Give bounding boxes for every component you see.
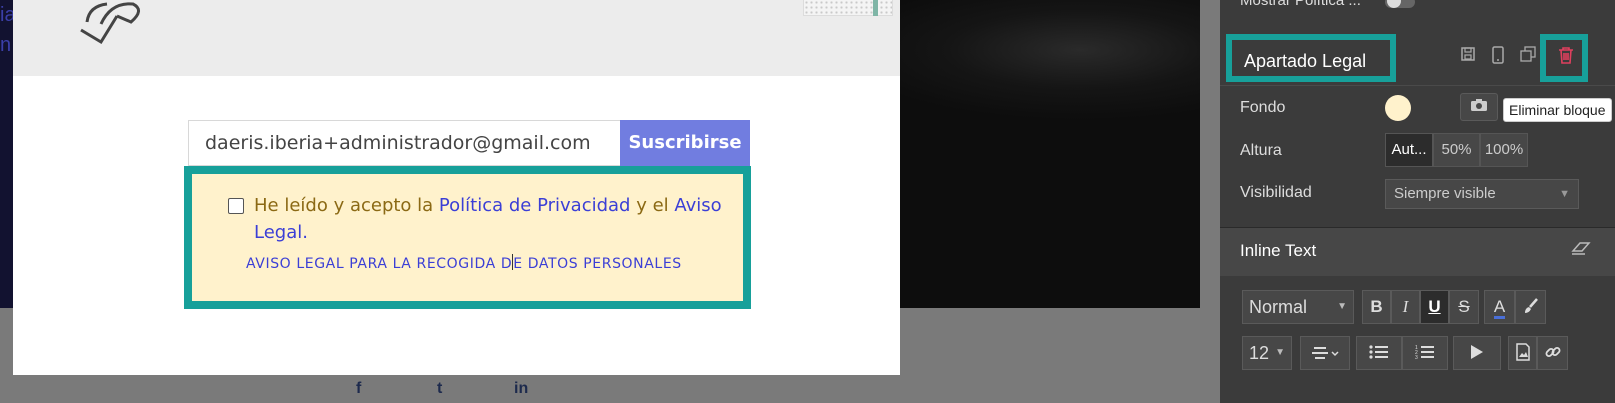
newsletter-modal: daeris.iberia+administrador@gmail.com Su… bbox=[13, 0, 900, 375]
block-title-highlight: Apartado Legal bbox=[1226, 34, 1396, 82]
visibilidad-label: Visibilidad bbox=[1240, 184, 1312, 201]
inline-text-title: Inline Text bbox=[1240, 241, 1317, 260]
mobile-icon[interactable] bbox=[1486, 46, 1510, 70]
altura-100-option[interactable]: 100% bbox=[1480, 133, 1528, 167]
play-icon[interactable] bbox=[1453, 336, 1501, 370]
text-toolbar: Normal ▼ B I U S A 12 ▼ 123 bbox=[1220, 276, 1615, 403]
camera-icon[interactable] bbox=[1460, 93, 1498, 121]
paintbrush-icon[interactable] bbox=[1515, 290, 1546, 324]
font-size-select[interactable]: 12 ▼ bbox=[1242, 336, 1292, 370]
consent-label: He leído y acepto la Política de Privaci… bbox=[254, 192, 734, 246]
twitter-icon[interactable]: t bbox=[437, 380, 442, 398]
consent-text-mid: y el bbox=[630, 195, 675, 216]
strikethrough-icon[interactable]: S bbox=[1449, 290, 1479, 324]
modal-header-image bbox=[13, 0, 900, 76]
panel-top-row: Mostrar Política ... bbox=[1220, 0, 1615, 22]
chevron-down-icon: ▼ bbox=[1337, 301, 1347, 312]
delete-block-highlight bbox=[1540, 34, 1588, 82]
background-color-swatch[interactable] bbox=[1385, 95, 1411, 121]
mostrar-politica-label: Mostrar Política ... bbox=[1240, 0, 1361, 9]
chevron-down-icon: ▼ bbox=[1559, 188, 1570, 200]
font-size-value: 12 bbox=[1249, 343, 1270, 363]
chevron-down-icon: ▼ bbox=[1275, 347, 1285, 358]
visibility-value: Siempre visible bbox=[1394, 185, 1496, 202]
consent-checkbox[interactable] bbox=[228, 198, 244, 214]
bold-icon[interactable]: B bbox=[1362, 290, 1391, 324]
eraser-icon[interactable] bbox=[1571, 241, 1591, 260]
image-icon[interactable] bbox=[1508, 336, 1537, 370]
svg-text:3: 3 bbox=[1415, 355, 1418, 360]
hero-image bbox=[870, 0, 1200, 308]
privacy-policy-link[interactable]: Política de Privacidad bbox=[439, 195, 631, 216]
trash-icon[interactable] bbox=[1554, 46, 1578, 70]
duplicate-icon[interactable] bbox=[1516, 46, 1540, 70]
align-icon[interactable] bbox=[1300, 336, 1350, 370]
facebook-icon[interactable]: f bbox=[356, 380, 361, 398]
delete-tooltip: Eliminar bloque bbox=[1503, 98, 1612, 122]
save-icon[interactable] bbox=[1456, 46, 1480, 70]
notepad-image bbox=[803, 0, 893, 16]
visibility-select[interactable]: Siempre visible ▼ bbox=[1385, 179, 1579, 209]
inline-text-header: Inline Text bbox=[1220, 228, 1615, 276]
block-title: Apartado Legal bbox=[1244, 51, 1367, 71]
text-style-select[interactable]: Normal ▼ bbox=[1242, 290, 1354, 324]
mostrar-politica-toggle[interactable] bbox=[1385, 0, 1415, 8]
legal-heading-part1: AVISO LEGAL PARA LA RECOGIDA D bbox=[246, 256, 513, 272]
bulleted-list-icon[interactable] bbox=[1356, 336, 1402, 370]
linkedin-icon[interactable]: in bbox=[514, 380, 528, 398]
font-color-icon[interactable]: A bbox=[1484, 290, 1515, 324]
altura-50-option[interactable]: 50% bbox=[1433, 133, 1480, 167]
subscribe-button[interactable]: Suscribirse bbox=[620, 120, 750, 166]
fondo-label: Fondo bbox=[1240, 99, 1286, 116]
underline-icon[interactable]: U bbox=[1420, 290, 1449, 324]
legal-heading-text[interactable]: AVISO LEGAL PARA LA RECOGIDA DE DATOS PE… bbox=[246, 254, 682, 272]
email-input[interactable]: daeris.iberia+administrador@gmail.com bbox=[188, 120, 620, 166]
consent-text-end: . bbox=[302, 222, 308, 243]
legal-section[interactable]: He leído y acepto la Política de Privaci… bbox=[184, 166, 751, 309]
binder-clip-icon bbox=[80, 2, 140, 45]
italic-icon[interactable]: I bbox=[1391, 290, 1420, 324]
editor-panel: Mostrar Política ... Apartado Legal Fond… bbox=[1220, 0, 1615, 403]
text-style-value: Normal bbox=[1249, 297, 1308, 317]
link-icon[interactable] bbox=[1537, 336, 1568, 370]
altura-auto-option[interactable]: Aut... bbox=[1385, 133, 1433, 167]
consent-text: He leído y acepto la bbox=[254, 195, 439, 216]
numbered-list-icon[interactable]: 123 bbox=[1402, 336, 1448, 370]
legal-heading-part2: E DATOS PERSONALES bbox=[513, 256, 682, 272]
altura-label: Altura bbox=[1240, 142, 1282, 159]
block-header: Apartado Legal bbox=[1220, 34, 1615, 86]
